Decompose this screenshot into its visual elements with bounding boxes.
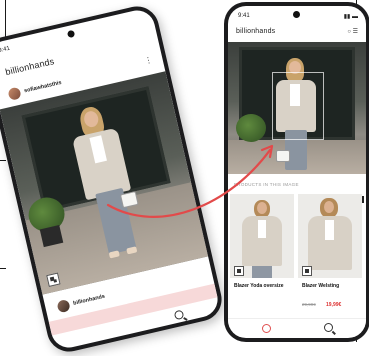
product-top bbox=[325, 220, 334, 240]
search-icon[interactable] bbox=[173, 309, 185, 321]
product-name: Blazer Yoda oversize bbox=[234, 283, 284, 289]
next-post-author-name: billionhands bbox=[72, 293, 106, 307]
potted-plant bbox=[236, 114, 266, 142]
header-icons[interactable]: ○ ☰ bbox=[347, 28, 358, 35]
bag-icon[interactable] bbox=[276, 150, 290, 162]
phone-product-view: 9:41 ▮▮ ▬ billionhands ○ ☰ PRODUCTS IN T… bbox=[224, 2, 369, 342]
status-time: 9:41 bbox=[238, 13, 250, 19]
product-price-old: 29,99€ bbox=[302, 302, 316, 307]
home-icon[interactable] bbox=[262, 324, 271, 333]
front-camera bbox=[66, 29, 76, 39]
brand-logo: billionhands bbox=[4, 56, 56, 78]
product-name: Blazer Welsting bbox=[302, 283, 340, 289]
post-author-name: sofiawhatsthis bbox=[23, 79, 63, 95]
phone-feed-screen: 9:41 billionhands sofiawhatsthis ⋮ billi… bbox=[0, 6, 222, 352]
margin-mark-1 bbox=[0, 160, 6, 161]
post-photo[interactable] bbox=[0, 71, 209, 295]
avatar bbox=[56, 298, 71, 314]
margin-mark-2 bbox=[0, 268, 6, 269]
phone-feed-view: 9:41 billionhands sofiawhatsthis ⋮ billi… bbox=[0, 2, 226, 356]
product-model-face bbox=[324, 201, 334, 213]
qr-code-icon[interactable] bbox=[234, 266, 244, 276]
product-top bbox=[258, 220, 266, 238]
product-highlight-box[interactable] bbox=[272, 72, 324, 140]
product-image bbox=[298, 194, 362, 278]
section-title: PRODUCTS IN THIS IMAGE bbox=[234, 182, 299, 187]
product-card[interactable]: Blazer Yoda oversize bbox=[230, 194, 294, 314]
product-price: 19,99€ bbox=[326, 302, 342, 308]
status-time: 9:41 bbox=[0, 45, 11, 55]
search-icon[interactable] bbox=[324, 323, 333, 332]
product-model-face bbox=[257, 202, 267, 214]
front-camera bbox=[293, 11, 300, 18]
status-icons: ▮▮ ▬ bbox=[343, 14, 358, 20]
bottom-nav bbox=[228, 318, 366, 337]
product-image bbox=[230, 194, 294, 278]
avatar bbox=[7, 86, 22, 101]
menu-dots-icon[interactable]: ⋮ bbox=[144, 55, 154, 66]
brand-logo: billionhands bbox=[236, 28, 276, 35]
post-photo[interactable] bbox=[228, 42, 366, 174]
product-card[interactable]: Blazer Welsting 29,99€ 19,99€ bbox=[298, 194, 362, 314]
product-jeans bbox=[252, 266, 272, 278]
qr-code-icon[interactable] bbox=[302, 266, 312, 276]
phone-product-screen: 9:41 ▮▮ ▬ billionhands ○ ☰ PRODUCTS IN T… bbox=[228, 6, 366, 338]
